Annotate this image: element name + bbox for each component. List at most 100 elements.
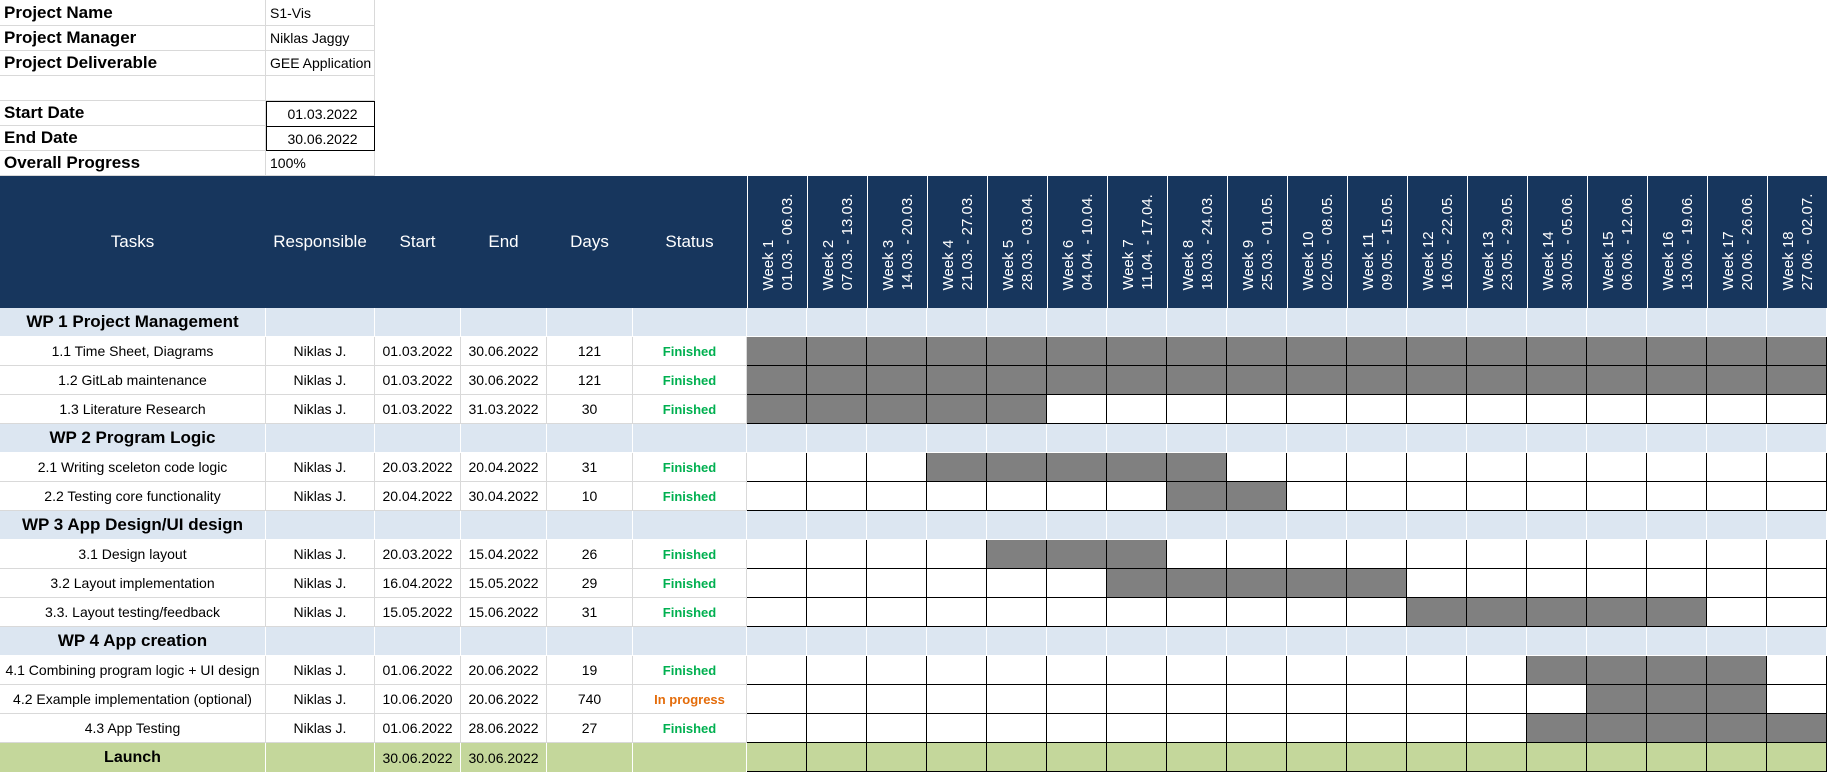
gantt-cell[interactable] — [1407, 511, 1467, 540]
gantt-cell[interactable] — [987, 482, 1047, 511]
gantt-bar-cell[interactable] — [1527, 656, 1587, 685]
gantt-bar-cell[interactable] — [1647, 656, 1707, 685]
gantt-cell[interactable] — [807, 511, 867, 540]
task-start[interactable]: 01.03.2022 — [375, 337, 461, 366]
gantt-bar-cell[interactable] — [867, 366, 927, 395]
gantt-bar-cell[interactable] — [1527, 714, 1587, 743]
gantt-cell[interactable] — [1347, 656, 1407, 685]
gantt-bar-cell[interactable] — [1587, 685, 1647, 714]
status-badge[interactable]: Finished — [633, 395, 747, 424]
gantt-cell[interactable] — [1347, 685, 1407, 714]
gantt-cell[interactable] — [987, 743, 1047, 772]
gantt-cell[interactable] — [927, 540, 987, 569]
week-header-11[interactable]: Week 11 09.05. - 15.05. — [1347, 176, 1407, 308]
status-badge[interactable]: Finished — [633, 482, 747, 511]
gantt-bar-cell[interactable] — [807, 395, 867, 424]
gantt-bar-cell[interactable] — [1647, 598, 1707, 627]
workpackage-cell[interactable] — [633, 308, 747, 337]
gantt-cell[interactable] — [927, 308, 987, 337]
gantt-cell[interactable] — [1527, 685, 1587, 714]
gantt-bar-cell[interactable] — [1047, 453, 1107, 482]
gantt-cell[interactable] — [927, 685, 987, 714]
gantt-cell[interactable] — [1767, 308, 1827, 337]
workpackage-cell[interactable] — [375, 424, 461, 453]
gantt-bar-cell[interactable] — [1227, 569, 1287, 598]
workpackage-cell[interactable] — [375, 511, 461, 540]
workpackage-cell[interactable] — [266, 511, 375, 540]
gantt-cell[interactable] — [807, 627, 867, 656]
gantt-bar-cell[interactable] — [1467, 366, 1527, 395]
task-end[interactable]: 28.06.2022 — [461, 714, 547, 743]
task-title[interactable]: 4.3 App Testing — [0, 714, 266, 743]
gantt-cell[interactable] — [1527, 424, 1587, 453]
gantt-cell[interactable] — [1527, 453, 1587, 482]
gantt-cell[interactable] — [747, 482, 807, 511]
gantt-cell[interactable] — [1167, 540, 1227, 569]
week-header-17[interactable]: Week 17 20.06. - 26.06. — [1707, 176, 1767, 308]
gantt-cell[interactable] — [1407, 627, 1467, 656]
gantt-cell[interactable] — [1107, 714, 1167, 743]
week-header-7[interactable]: Week 7 11.04. - 17.04. — [1107, 176, 1167, 308]
gantt-bar-cell[interactable] — [1407, 337, 1467, 366]
gantt-cell[interactable] — [1407, 569, 1467, 598]
gantt-cell[interactable] — [1347, 308, 1407, 337]
gantt-cell[interactable] — [987, 656, 1047, 685]
gantt-cell[interactable] — [747, 656, 807, 685]
gantt-cell[interactable] — [1287, 656, 1347, 685]
gantt-cell[interactable] — [1707, 627, 1767, 656]
week-header-18[interactable]: Week 18 27.06. - 02.07. — [1767, 176, 1827, 308]
gantt-cell[interactable] — [987, 511, 1047, 540]
gantt-bar-cell[interactable] — [1047, 366, 1107, 395]
gantt-cell[interactable] — [1647, 308, 1707, 337]
gantt-bar-cell[interactable] — [1227, 482, 1287, 511]
gantt-cell[interactable] — [1347, 714, 1407, 743]
project-deliverable-label[interactable]: Project Deliverable — [0, 51, 266, 76]
task-days[interactable]: 740 — [547, 685, 633, 714]
gantt-cell[interactable] — [1707, 424, 1767, 453]
gantt-cell[interactable] — [1227, 685, 1287, 714]
gantt-cell[interactable] — [867, 453, 927, 482]
project-name-value[interactable]: S1-Vis — [266, 0, 375, 26]
gantt-cell[interactable] — [1047, 685, 1107, 714]
task-title[interactable]: 2.2 Testing core functionality — [0, 482, 266, 511]
task-responsible[interactable]: Niklas J. — [266, 540, 375, 569]
task-end[interactable]: 20.04.2022 — [461, 453, 547, 482]
gantt-cell[interactable] — [1287, 395, 1347, 424]
status-badge[interactable]: Finished — [633, 540, 747, 569]
task-days[interactable]: 26 — [547, 540, 633, 569]
gantt-cell[interactable] — [1347, 627, 1407, 656]
gantt-cell[interactable] — [867, 540, 927, 569]
gantt-cell[interactable] — [1167, 714, 1227, 743]
gantt-bar-cell[interactable] — [1167, 453, 1227, 482]
task-days[interactable]: 29 — [547, 569, 633, 598]
gantt-bar-cell[interactable] — [987, 366, 1047, 395]
gantt-cell[interactable] — [1527, 482, 1587, 511]
gantt-cell[interactable] — [867, 598, 927, 627]
gantt-cell[interactable] — [1227, 627, 1287, 656]
gantt-cell[interactable] — [1767, 482, 1827, 511]
gantt-cell[interactable] — [1287, 424, 1347, 453]
gantt-cell[interactable] — [927, 482, 987, 511]
gantt-bar-cell[interactable] — [1467, 598, 1527, 627]
task-start[interactable]: 20.03.2022 — [375, 540, 461, 569]
gantt-bar-cell[interactable] — [1407, 366, 1467, 395]
workpackage-title[interactable]: WP 1 Project Management — [0, 308, 266, 337]
gantt-cell[interactable] — [1767, 627, 1827, 656]
gantt-cell[interactable] — [807, 714, 867, 743]
workpackage-cell[interactable] — [633, 627, 747, 656]
task-responsible[interactable]: Niklas J. — [266, 453, 375, 482]
gantt-cell[interactable] — [1707, 453, 1767, 482]
gantt-cell[interactable] — [1467, 511, 1527, 540]
gantt-cell[interactable] — [1707, 598, 1767, 627]
workpackage-cell[interactable] — [461, 424, 547, 453]
week-header-12[interactable]: Week 12 16.05. - 22.05. — [1407, 176, 1467, 308]
gantt-cell[interactable] — [1047, 424, 1107, 453]
launch-title[interactable]: Launch — [0, 743, 266, 772]
gantt-bar-cell[interactable] — [1647, 366, 1707, 395]
gantt-cell[interactable] — [1227, 540, 1287, 569]
week-header-6[interactable]: Week 6 04.04. - 10.04. — [1047, 176, 1107, 308]
workpackage-title[interactable]: WP 2 Program Logic — [0, 424, 266, 453]
header-status[interactable]: Status — [633, 176, 747, 308]
workpackage-cell[interactable] — [461, 308, 547, 337]
gantt-cell[interactable] — [1347, 424, 1407, 453]
